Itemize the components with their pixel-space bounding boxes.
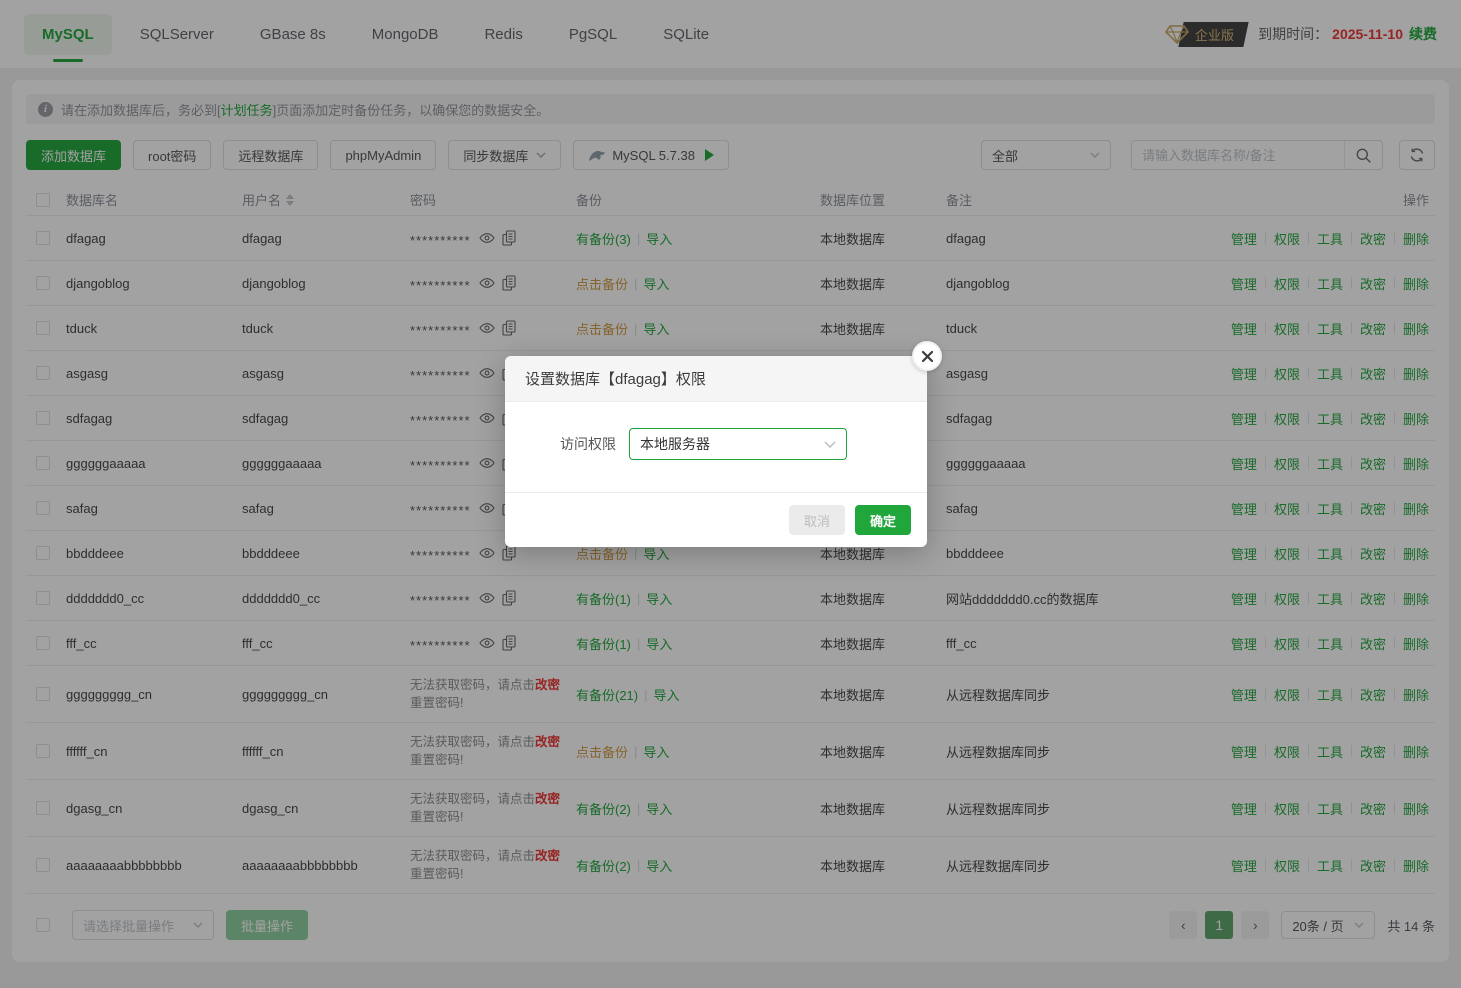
- permission-dialog: 设置数据库【dfagag】权限 访问权限 本地服务器 取消 确定: [505, 356, 927, 547]
- chevron-down-icon: [824, 441, 836, 448]
- dialog-body: 访问权限 本地服务器: [505, 402, 927, 492]
- confirm-button[interactable]: 确定: [855, 505, 911, 535]
- dialog-footer: 取消 确定: [505, 492, 927, 547]
- cancel-button[interactable]: 取消: [789, 505, 845, 535]
- access-permission-label: 访问权限: [560, 434, 616, 454]
- access-permission-select[interactable]: 本地服务器: [629, 428, 847, 460]
- dialog-title: 设置数据库【dfagag】权限: [505, 356, 927, 402]
- close-icon[interactable]: [912, 341, 942, 371]
